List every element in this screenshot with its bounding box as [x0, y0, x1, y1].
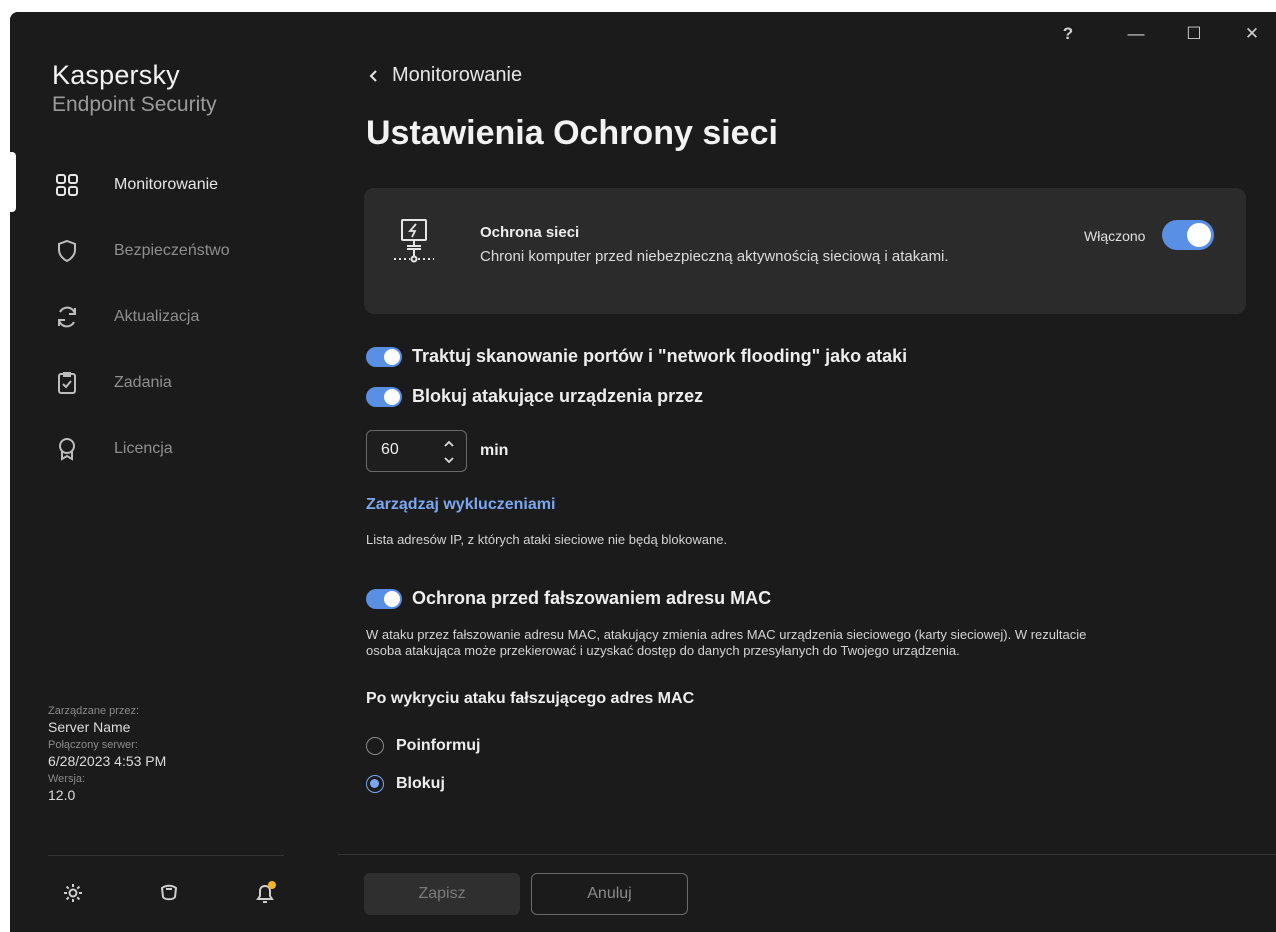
back-link[interactable]: Monitorowanie: [366, 64, 522, 87]
chevron-down-icon[interactable]: [442, 453, 456, 467]
footer-divider: [338, 854, 1276, 855]
network-protection-card: Ochrona sieci Chroni komputer przed nieb…: [364, 188, 1246, 314]
mac-action-heading: Po wykryciu ataku fałszującego adres MAC: [366, 690, 695, 707]
mac-spoofing-label: Ochrona przed fałszowaniem adresu MAC: [412, 588, 772, 608]
network-monitor-icon: [394, 219, 434, 263]
port-scan-toggle[interactable]: [366, 346, 402, 367]
sidebar-item-monitorowanie[interactable]: Monitorowanie: [10, 152, 338, 218]
radio-block-label: Blokuj: [396, 775, 445, 792]
sidebar-item-bezpieczenstwo[interactable]: Bezpieczeństwo: [10, 218, 338, 284]
radio-block-indicator[interactable]: [366, 775, 384, 793]
version-label: Wersja:: [48, 773, 86, 785]
shield-icon: [58, 239, 76, 263]
block-duration-unit: min: [480, 442, 509, 459]
notifications-bell-icon[interactable]: [252, 880, 278, 906]
port-scan-option: Traktuj skanowanie portów i "network flo…: [366, 346, 907, 367]
mac-spoofing-option: Ochrona przed fałszowaniem adresu MAC: [366, 588, 771, 609]
port-scan-label: Traktuj skanowanie portów i "network flo…: [412, 346, 908, 366]
card-description: Chroni komputer przed niebezpieczną akty…: [480, 248, 949, 265]
manage-exclusions-link[interactable]: Zarządzaj wykluczeniami: [366, 496, 555, 514]
radio-notify-indicator[interactable]: [366, 737, 384, 755]
sidebar-item-label: Licencja: [114, 440, 173, 457]
sidebar-bottom-toolbar: [48, 874, 288, 914]
brand-product: Endpoint Security: [52, 93, 217, 116]
app-window: Kaspersky Endpoint Security Monitorowani…: [10, 12, 1276, 932]
refresh-icon: [58, 306, 76, 328]
managed-by-label: Zarządzane przez:: [48, 705, 140, 717]
brand-name: Kaspersky: [52, 60, 180, 90]
settings-gear-icon[interactable]: [60, 880, 86, 906]
sidebar-nav: Monitorowanie Bezpieczeństwo Aktualizacj…: [10, 152, 338, 482]
save-button[interactable]: Zapisz: [364, 873, 520, 915]
sidebar-divider: [48, 855, 284, 856]
network-protection-toggle[interactable]: [1162, 220, 1214, 250]
managed-by-value: Server Name: [48, 719, 131, 735]
mac-description-line2: osoba atakująca może przekierować i uzys…: [366, 643, 960, 658]
sidebar-item-aktualizacja[interactable]: Aktualizacja: [10, 284, 338, 350]
connected-value: 6/28/2023 4:53 PM: [48, 753, 167, 769]
card-title: Ochrona sieci: [480, 224, 580, 241]
chevron-left-icon: [369, 69, 377, 82]
mac-spoofing-toggle[interactable]: [366, 588, 402, 609]
back-label: Monitorowanie: [392, 64, 523, 86]
cancel-button[interactable]: Anuluj: [531, 873, 688, 915]
sidebar-item-label: Monitorowanie: [114, 176, 219, 193]
server-info: Zarządzane przez: Server Name Połączony …: [48, 704, 166, 806]
clipboard-check-icon: [58, 372, 76, 394]
radio-notify[interactable]: Poinformuj: [366, 737, 480, 755]
sidebar-item-label: Bezpieczeństwo: [114, 242, 230, 259]
chevron-up-icon[interactable]: [442, 437, 456, 451]
sidebar-item-zadania[interactable]: Zadania: [10, 350, 338, 416]
license-badge-icon: [59, 438, 75, 461]
connected-label: Połączony serwer:: [48, 739, 138, 751]
main-content: Monitorowanie Ustawienia Ochrony sieci O…: [338, 12, 1276, 932]
block-attackers-option: Blokuj atakujące urządzenia przez: [366, 386, 703, 407]
dashboard-grid-icon: [56, 174, 78, 196]
sidebar-item-label: Aktualizacja: [114, 308, 200, 325]
sidebar-item-licencja[interactable]: Licencja: [10, 416, 338, 482]
mac-description-line1: W ataku przez fałszowanie adresu MAC, at…: [366, 627, 1087, 642]
radio-block[interactable]: Blokuj: [366, 775, 445, 793]
radio-notify-label: Poinformuj: [396, 737, 481, 754]
card-state-label: Włączono: [1084, 228, 1146, 244]
sidebar: Kaspersky Endpoint Security Monitorowani…: [10, 12, 338, 932]
version-value: 12.0: [48, 787, 76, 803]
sidebar-item-label: Zadania: [114, 374, 172, 391]
brand: Kaspersky Endpoint Security: [52, 60, 217, 117]
block-attackers-toggle[interactable]: [366, 386, 402, 407]
exclusions-description: Lista adresów IP, z których ataki siecio…: [366, 532, 728, 547]
block-duration-input[interactable]: [381, 441, 441, 459]
page-title: Ustawienia Ochrony sieci: [366, 114, 778, 152]
support-icon[interactable]: [156, 880, 182, 906]
block-attackers-label: Blokuj atakujące urządzenia przez: [412, 386, 704, 406]
block-duration-stepper[interactable]: [366, 430, 467, 472]
